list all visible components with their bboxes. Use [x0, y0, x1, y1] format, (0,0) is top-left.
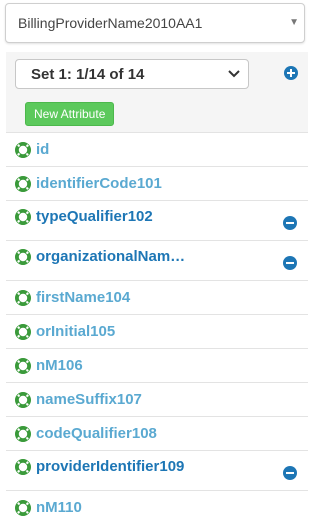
attribute-row[interactable]: codeQualifier108	[6, 416, 308, 450]
attribute-label[interactable]: id	[36, 141, 49, 158]
attribute-row[interactable]: id	[6, 132, 308, 166]
attribute-row[interactable]: nM110	[6, 490, 308, 523]
set-section: Set 1: 1/14 of 14 New Attribute	[6, 52, 308, 132]
lifebuoy-icon	[15, 500, 31, 516]
attribute-list: id identifierCode101 typeQualifier102 organ…	[6, 132, 308, 523]
lifebuoy-icon	[15, 176, 31, 192]
lifebuoy-icon	[15, 459, 31, 475]
lifebuoy-icon	[15, 358, 31, 374]
minus-circle-icon[interactable]	[283, 256, 297, 270]
attribute-label[interactable]: codeQualifier108	[36, 425, 157, 442]
set-select[interactable]: Set 1: 1/14 of 14	[15, 59, 249, 89]
attribute-label[interactable]: nM110	[36, 499, 82, 516]
minus-circle-icon[interactable]	[283, 466, 297, 480]
lifebuoy-icon	[15, 324, 31, 340]
attribute-panel: BillingProviderName2010AA1 ▼ Set 1: 1/14…	[0, 0, 316, 523]
new-attribute-button[interactable]: New Attribute	[25, 102, 115, 126]
chevron-down-icon	[228, 70, 240, 78]
attribute-row[interactable]: identifierCode101	[6, 166, 308, 200]
attribute-row[interactable]: providerIdentifier109	[6, 450, 308, 490]
lifebuoy-icon	[15, 290, 31, 306]
lifebuoy-icon	[15, 209, 31, 225]
lifebuoy-icon	[15, 392, 31, 408]
lifebuoy-icon	[15, 142, 31, 158]
attribute-row[interactable]: nM106	[6, 348, 308, 382]
attribute-row[interactable]: orInitial105	[6, 314, 308, 348]
set-select-value: Set 1: 1/14 of 14	[31, 66, 145, 83]
attribute-label[interactable]: orInitial105	[36, 323, 115, 340]
attribute-label[interactable]: nM106	[36, 357, 83, 374]
attribute-label[interactable]: nameSuffix107	[36, 391, 142, 408]
caret-down-icon: ▼	[289, 17, 299, 28]
segment-select[interactable]: BillingProviderName2010AA1 ▼	[5, 3, 305, 43]
attribute-label[interactable]: firstName104	[36, 289, 130, 306]
minus-circle-icon[interactable]	[283, 216, 297, 230]
attribute-row[interactable]: firstName104	[6, 280, 308, 314]
lifebuoy-icon	[15, 249, 31, 265]
plus-circle-icon[interactable]	[284, 66, 298, 80]
attribute-row[interactable]: typeQualifier102	[6, 200, 308, 240]
lifebuoy-icon	[15, 426, 31, 442]
attribute-label[interactable]: typeQualifier102	[36, 208, 153, 225]
attribute-label[interactable]: providerIdentifier109	[36, 458, 184, 475]
attribute-label[interactable]: identifierCode101	[36, 175, 162, 192]
attribute-row[interactable]: organizationalNam…	[6, 240, 308, 280]
attribute-row[interactable]: nameSuffix107	[6, 382, 308, 416]
segment-select-value: BillingProviderName2010AA1	[18, 15, 203, 31]
attribute-label[interactable]: organizationalNam…	[36, 248, 185, 265]
